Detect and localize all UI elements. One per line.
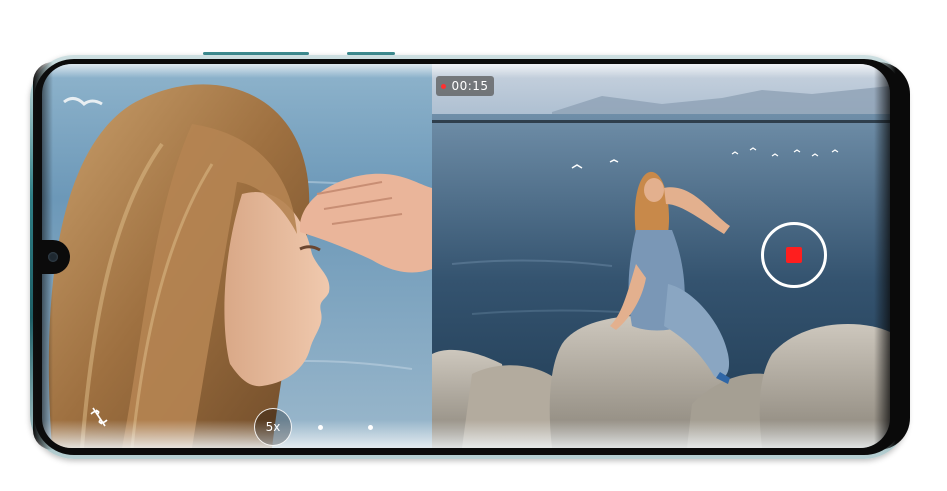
zoomed-view-pane[interactable] — [42, 64, 432, 448]
stop-record-button[interactable] — [761, 222, 827, 288]
zoom-label: 5x — [265, 420, 281, 434]
recording-dot-icon — [441, 83, 447, 89]
stop-record-icon — [786, 247, 802, 263]
camera-flip-icon[interactable] — [88, 404, 110, 430]
zoom-level-dot[interactable] — [368, 425, 373, 430]
zoomed-photo — [42, 64, 432, 448]
zoom-button[interactable]: 5x — [254, 408, 292, 446]
camera-viewfinder: 00:15 5x — [42, 64, 890, 448]
recording-time: 00:15 — [451, 79, 489, 93]
recording-timer: 00:15 — [436, 76, 494, 96]
camera-lens-icon — [48, 252, 58, 262]
zoom-level-dot[interactable] — [318, 425, 323, 430]
